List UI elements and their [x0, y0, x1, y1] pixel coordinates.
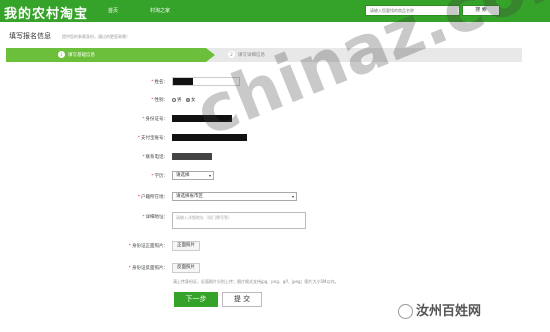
alipay-label: 支付宝账号 — [141, 136, 164, 141]
gender-male-label: 男 — [177, 98, 182, 103]
chevron-down-icon: ▾ — [208, 173, 211, 178]
id-front-row: *身份证正面照片： 正面照片 — [0, 241, 550, 253]
watermark-caption: 汝州百姓网 — [398, 300, 481, 319]
submit-button[interactable]: 提 交 — [222, 292, 262, 307]
id-back-upload-button[interactable]: 反面照片 — [172, 263, 200, 273]
upload-note: 请上传身份证，反面照片分别上传；图片格式支持jpg、png、gif、jpeg；图… — [173, 279, 339, 284]
step-1-label: 填写基础信息 — [68, 53, 95, 58]
education-row: *学历： 请选择 ▾ — [0, 171, 550, 183]
watermark-text: chinaz.com — [185, 0, 550, 152]
detail-address-textarea[interactable]: 请输入详细地址（如门牌号等） — [172, 212, 306, 229]
page-title: 填写报名信息 — [9, 32, 51, 40]
name-label: 姓名 — [154, 80, 164, 85]
id-front-upload-button[interactable]: 正面照片 — [172, 241, 200, 251]
page-subtitle: 提供您的参赛身份，通过的更容易哦！ — [62, 34, 130, 39]
id-back-label: 身份证反面照片 — [132, 266, 164, 271]
education-label: 学历 — [154, 174, 164, 179]
gender-label: 性别 — [154, 98, 164, 103]
id-back-row: *身份证反面照片： 反面照片 — [0, 263, 550, 275]
detail-label: 详细地址 — [145, 215, 164, 220]
gender-female-radio[interactable] — [185, 97, 190, 102]
gender-male-radio[interactable] — [172, 97, 176, 102]
address-row: *户籍所在地： 请选择省市区 ▾ — [0, 192, 550, 204]
step-2-number: 2 — [228, 51, 235, 58]
phone-row: *联系电话： — [0, 152, 550, 164]
step-1-number: 1 — [58, 51, 65, 58]
address-select[interactable]: 请选择省市区 ▾ — [172, 192, 297, 201]
step-active — [6, 48, 206, 62]
education-select[interactable]: 请选择 ▾ — [172, 171, 214, 180]
nav-home[interactable]: 首页 — [108, 7, 118, 14]
address-label: 户籍所在地 — [141, 195, 164, 200]
address-value: 请选择省市区 — [176, 194, 203, 199]
id-label: 身份证号 — [145, 117, 164, 122]
detail-row: *详细地址： 请输入详细地址（如门牌号等） — [0, 212, 550, 232]
step-arrow — [206, 48, 215, 62]
alipay-row: *支付宝账号： — [0, 133, 550, 145]
watermark-caption-text: 汝州百姓网 — [416, 304, 482, 319]
paw-logo-icon — [398, 304, 413, 319]
nav-village-home[interactable]: 村淘之家 — [150, 7, 170, 14]
redacted-phone[interactable] — [172, 153, 212, 160]
site-logo[interactable]: 我的农村淘宝 — [4, 3, 88, 22]
next-button[interactable]: 下一步 — [174, 292, 218, 307]
id-front-label: 身份证正面照片 — [132, 244, 164, 249]
education-value: 请选择 — [176, 173, 190, 178]
chevron-down-icon: ▾ — [291, 194, 294, 199]
phone-label: 联系电话 — [145, 155, 164, 160]
